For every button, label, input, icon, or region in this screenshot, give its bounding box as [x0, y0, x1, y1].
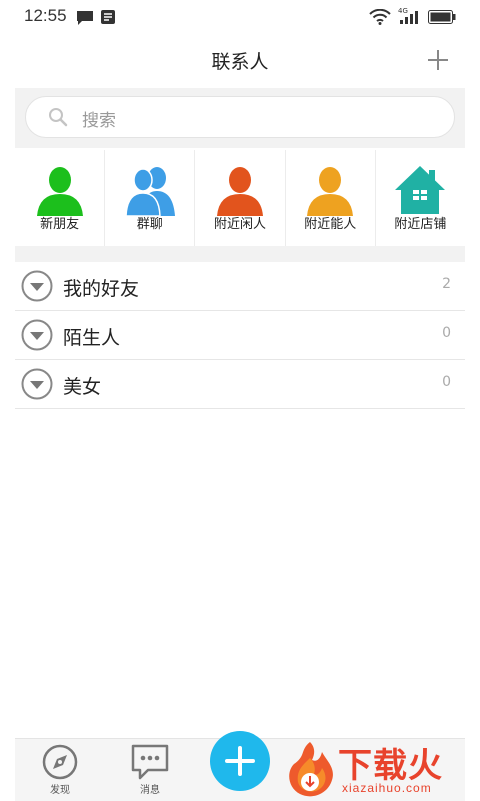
group-row-beauties[interactable]: 美女 0	[15, 360, 465, 409]
chevron-down-icon[interactable]	[21, 319, 53, 351]
page-title: 联系人	[211, 51, 269, 73]
status-time: 12:55	[24, 6, 67, 25]
nav-label: 发现	[50, 785, 70, 796]
person-icon	[217, 167, 263, 216]
app-notification-icon	[101, 10, 115, 24]
add-contact-button[interactable]	[426, 48, 450, 72]
quick-action-group-chat[interactable]: 群聊	[105, 150, 196, 246]
quick-action-nearby-idle[interactable]: 附近闲人	[195, 150, 286, 246]
watermark-brand: 下载火	[338, 746, 443, 786]
search-placeholder: 搜索	[82, 111, 116, 131]
compass-icon	[42, 744, 78, 780]
nav-discover[interactable]: 发现	[30, 743, 90, 799]
group-row-friends[interactable]: 我的好友 2	[15, 262, 465, 311]
app-header: 联系人	[0, 34, 480, 86]
group-count: 0	[442, 374, 451, 390]
group-name: 陌生人	[63, 327, 121, 349]
flame-logo-icon	[289, 742, 333, 797]
wifi-icon	[369, 9, 391, 25]
message-notification-icon	[77, 11, 93, 25]
quick-action-new-friends[interactable]: 新朋友	[15, 150, 106, 246]
plus-icon	[225, 746, 255, 776]
group-count: 2	[442, 276, 451, 292]
watermark-domain: xiazaihuo.com	[342, 781, 432, 795]
quick-action-label: 附近闲人	[214, 217, 267, 232]
quick-action-label: 群聊	[136, 217, 163, 232]
quick-action-label: 附近店铺	[394, 217, 447, 232]
chevron-down-icon[interactable]	[21, 368, 53, 400]
compose-button[interactable]	[210, 731, 270, 791]
group-name: 我的好友	[63, 278, 140, 300]
chevron-down-icon[interactable]	[21, 270, 53, 302]
quick-action-label: 新朋友	[40, 217, 80, 232]
watermark: 下载火 xiazaihuo.com	[282, 738, 480, 800]
chat-bubble-icon	[131, 744, 169, 780]
person-icon	[36, 167, 83, 216]
quick-action-label: 附近能人	[304, 217, 357, 232]
group-name: 美女	[63, 376, 102, 398]
search-input[interactable]: 搜索	[25, 96, 455, 138]
signal-icon	[400, 11, 418, 24]
quick-action-nearby-experts[interactable]: 附近能人	[286, 150, 376, 246]
section-divider	[15, 246, 465, 262]
quick-action-nearby-shops[interactable]: 附近店铺	[376, 150, 465, 246]
person-icon	[307, 167, 354, 216]
status-bar: 12:55 4G	[0, 0, 480, 34]
battery-icon	[428, 10, 456, 24]
group-row-strangers[interactable]: 陌生人 0	[15, 311, 465, 360]
quick-actions: 新朋友 群聊 附近闲人 附近能人 附近店铺	[15, 150, 465, 246]
group-count: 0	[442, 325, 451, 341]
shop-icon	[395, 166, 446, 214]
contact-groups: 我的好友 2 陌生人 0 美女 0	[15, 262, 465, 409]
search-icon	[49, 108, 68, 127]
nav-messages[interactable]: 消息	[120, 743, 180, 799]
nav-label: 消息	[140, 785, 160, 796]
search-bar: 搜索	[15, 88, 465, 148]
group-icon	[125, 167, 175, 216]
